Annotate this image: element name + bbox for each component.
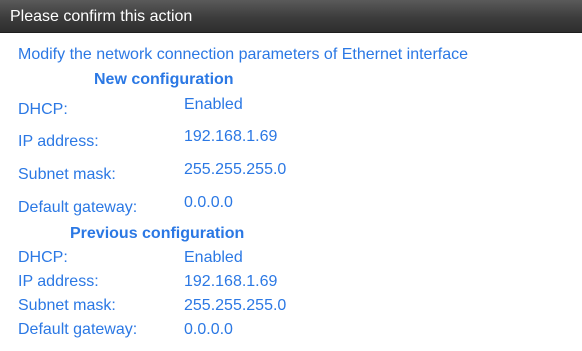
dialog-titlebar[interactable]: Please confirm this action [0, 0, 582, 33]
new-dhcp-label: DHCP: [18, 101, 68, 118]
new-configuration-heading: New configuration [94, 71, 234, 88]
dialog-content: Modify the network connection parameters… [0, 33, 582, 351]
prev-dhcp-label: DHCP: [18, 249, 68, 266]
new-ip-row: IP address: 192.168.1.69 [0, 127, 582, 150]
new-dhcp-row: DHCP: Enabled [0, 95, 582, 118]
confirmation-message: Modify the network connection parameters… [18, 46, 469, 63]
new-ip-label: IP address: [18, 133, 99, 150]
prev-gateway-value: 0.0.0.0 [184, 321, 233, 338]
prev-dhcp-value: Enabled [184, 249, 243, 266]
new-mask-label: Subnet mask: [18, 166, 116, 183]
new-dhcp-value: Enabled [184, 96, 243, 113]
new-ip-value: 192.168.1.69 [184, 128, 278, 145]
dialog-title: Please confirm this action [10, 8, 193, 25]
prev-ip-row: IP address: 192.168.1.69 [0, 272, 582, 291]
new-mask-value: 255.255.255.0 [184, 161, 287, 178]
prev-dhcp-row: DHCP: Enabled [0, 248, 582, 267]
confirm-dialog: Please confirm this action Modify the ne… [0, 0, 582, 351]
previous-configuration-heading: Previous configuration [70, 225, 245, 242]
new-mask-row: Subnet mask: 255.255.255.0 [0, 160, 582, 183]
prev-mask-label: Subnet mask: [18, 297, 116, 314]
prev-mask-value: 255.255.255.0 [184, 297, 287, 314]
prev-ip-label: IP address: [18, 273, 99, 290]
prev-gateway-row: Default gateway: 0.0.0.0 [0, 320, 582, 339]
new-gateway-row: Default gateway: 0.0.0.0 [0, 193, 582, 216]
prev-ip-value: 192.168.1.69 [184, 273, 278, 290]
prev-mask-row: Subnet mask: 255.255.255.0 [0, 296, 582, 315]
new-gateway-label: Default gateway: [18, 199, 138, 216]
prev-gateway-label: Default gateway: [18, 321, 138, 338]
new-gateway-value: 0.0.0.0 [184, 194, 233, 211]
